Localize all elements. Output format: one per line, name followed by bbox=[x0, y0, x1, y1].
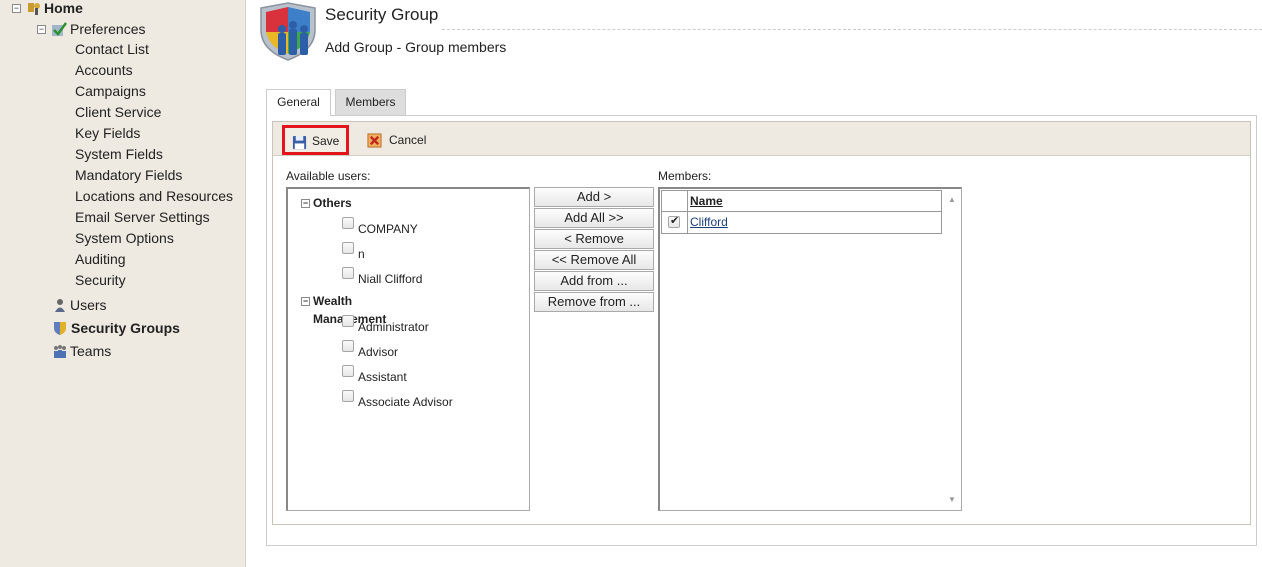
remove-button[interactable]: < Remove bbox=[534, 229, 654, 249]
floppy-disk-icon bbox=[292, 133, 308, 150]
user-label: Assistant bbox=[358, 370, 407, 384]
save-button[interactable]: Save bbox=[282, 125, 349, 155]
member-row-checkbox-cell: ✔ bbox=[662, 212, 688, 233]
available-users-label: Available users: bbox=[286, 169, 371, 183]
checkmark-icon: ✔ bbox=[670, 215, 680, 227]
add-all-button[interactable]: Add All >> bbox=[534, 208, 654, 228]
sidebar-nav: − Home − Preferences Contact List Account… bbox=[0, 0, 246, 567]
user-checkbox[interactable] bbox=[342, 340, 354, 352]
sidebar-item-contact-list[interactable]: Contact List bbox=[75, 39, 149, 59]
members-label: Members: bbox=[658, 169, 712, 183]
sidebar-item-campaigns[interactable]: Campaigns bbox=[75, 81, 146, 101]
shield-icon bbox=[52, 320, 68, 336]
sidebar-item-client-service[interactable]: Client Service bbox=[75, 102, 161, 122]
add-from-button[interactable]: Add from ... bbox=[534, 271, 654, 291]
user-label: Advisor bbox=[358, 345, 399, 359]
user-checkbox[interactable] bbox=[342, 390, 354, 402]
members-scrollbar[interactable]: ▲ ▼ bbox=[944, 189, 961, 510]
user-label: n bbox=[358, 247, 365, 261]
tree-security-groups-label: Security Groups bbox=[71, 320, 180, 336]
member-name-link[interactable]: Clifford bbox=[688, 212, 728, 233]
sidebar-item-auditing[interactable]: Auditing bbox=[75, 249, 126, 269]
sidebar-item-email-server-settings[interactable]: Email Server Settings bbox=[75, 207, 210, 227]
select-column-header bbox=[662, 191, 688, 212]
toolbar: Save Cancel bbox=[273, 122, 1250, 156]
user-checkbox[interactable] bbox=[342, 267, 354, 279]
add-button[interactable]: Add > bbox=[534, 187, 654, 207]
sidebar-item-accounts[interactable]: Accounts bbox=[75, 60, 133, 80]
tree-home-label: Home bbox=[44, 0, 83, 16]
user-icon bbox=[52, 297, 68, 313]
available-users-list[interactable]: −OthersCOMPANYnNiall Clifford−Wealth Man… bbox=[286, 187, 530, 511]
collapse-icon[interactable]: − bbox=[301, 199, 310, 208]
sidebar-item-key-fields[interactable]: Key Fields bbox=[75, 123, 140, 143]
collapse-icon[interactable]: − bbox=[301, 297, 310, 306]
user-checkbox[interactable] bbox=[342, 315, 354, 327]
tab-members[interactable]: Members bbox=[335, 89, 406, 115]
user-label: Associate Advisor bbox=[358, 395, 453, 409]
remove-all-button[interactable]: << Remove All bbox=[534, 250, 654, 270]
scroll-down-icon[interactable]: ▼ bbox=[948, 495, 956, 504]
team-icon bbox=[52, 343, 68, 359]
page-subtitle: Add Group - Group members bbox=[325, 39, 507, 55]
tree-users-label: Users bbox=[70, 297, 107, 313]
sidebar-item-system-fields[interactable]: System Fields bbox=[75, 144, 163, 164]
user-label: Administrator bbox=[358, 320, 429, 334]
members-list[interactable]: Name ✔ Clifford ▲ ▼ bbox=[658, 187, 962, 511]
security-group-people-icon bbox=[258, 2, 320, 62]
collapse-icon[interactable]: − bbox=[12, 4, 21, 13]
cancel-button[interactable]: Cancel bbox=[367, 128, 431, 152]
save-label: Save bbox=[312, 134, 340, 148]
user-label: COMPANY bbox=[358, 222, 418, 236]
tree-preferences-label: Preferences bbox=[70, 21, 146, 37]
user-checkbox[interactable] bbox=[342, 217, 354, 229]
sidebar-item-security[interactable]: Security bbox=[75, 270, 126, 290]
member-checkbox[interactable]: ✔ bbox=[668, 215, 680, 228]
sidebar-item-locations-and-resources[interactable]: Locations and Resources bbox=[75, 186, 233, 206]
remove-from-button[interactable]: Remove from ... bbox=[534, 292, 654, 312]
members-table: Name ✔ Clifford bbox=[661, 190, 942, 234]
tab-general[interactable]: General bbox=[266, 89, 331, 116]
home-keys-icon bbox=[26, 0, 42, 16]
sidebar-item-system-options[interactable]: System Options bbox=[75, 228, 174, 248]
title-divider bbox=[442, 29, 1262, 30]
page-title: Security Group bbox=[325, 5, 439, 24]
user-checkbox[interactable] bbox=[342, 242, 354, 254]
tree-teams-label: Teams bbox=[70, 343, 112, 359]
scroll-up-icon[interactable]: ▲ bbox=[948, 195, 956, 204]
collapse-icon[interactable]: − bbox=[37, 25, 46, 34]
user-label: Niall Clifford bbox=[358, 272, 423, 286]
cancel-x-icon bbox=[367, 132, 383, 148]
name-column-header[interactable]: Name bbox=[688, 191, 941, 212]
group-label: Others bbox=[313, 196, 352, 210]
sidebar-item-mandatory-fields[interactable]: Mandatory Fields bbox=[75, 165, 182, 185]
user-checkbox[interactable] bbox=[342, 365, 354, 377]
cancel-label: Cancel bbox=[389, 133, 427, 147]
checkmark-icon bbox=[51, 21, 68, 37]
